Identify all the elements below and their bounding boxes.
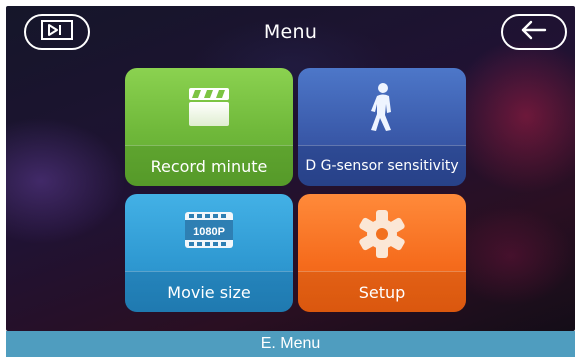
page-title: Menu [263,21,318,43]
walking-person-icon [298,82,466,134]
back-arrow-icon [519,19,549,45]
clapperboard-icon [125,82,293,130]
record-minute-tile[interactable]: Record minute [125,68,293,186]
figure-caption: E. Menu [6,331,575,357]
record-minute-label: Record minute [125,145,293,186]
setup-tile[interactable]: Setup [298,194,466,312]
g-sensor-sensitivity-tile[interactable]: D G-sensor sensitivity [298,68,466,186]
resolution-badge: 1080P [193,226,225,238]
setup-label: Setup [298,271,466,312]
g-sensor-sensitivity-label: D G-sensor sensitivity [298,145,466,186]
movie-size-label: Movie size [125,271,293,312]
gear-icon [298,208,466,260]
back-button[interactable] [501,14,567,50]
header-bar: Menu [6,6,575,62]
film-1080p-icon: 1080P [125,208,293,252]
movie-size-tile[interactable]: 1080P Movie size [125,194,293,312]
device-screen: Menu Record minute D G-sensor sensitivit… [6,6,575,331]
